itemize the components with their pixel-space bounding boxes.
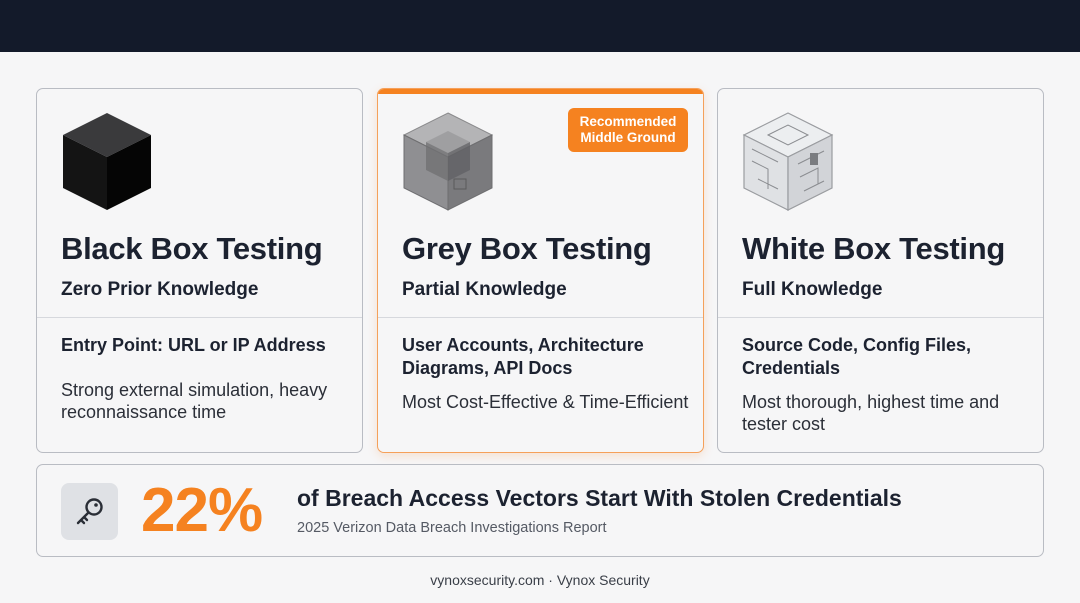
card-note: Most thorough, highest time and tester c… xyxy=(742,392,1000,434)
card-subtitle: Full Knowledge xyxy=(742,279,883,300)
card-detail: Source Code, Config Files, Credentials xyxy=(742,335,972,378)
footer: vynoxsecurity.com · Vynox Security xyxy=(430,572,650,588)
stat-source: 2025 Verizon Data Breach Investigations … xyxy=(297,520,607,536)
black-cube-icon xyxy=(63,113,151,210)
header-bar xyxy=(0,0,1080,52)
badge-line-1: Recommended xyxy=(579,114,677,129)
key-icon xyxy=(61,483,118,540)
divider xyxy=(378,317,703,318)
white-cube-icon xyxy=(742,112,834,211)
card-detail: Entry Point: URL or IP Address xyxy=(61,335,326,355)
stat-banner: 22% of Breach Access Vectors Start With … xyxy=(36,464,1044,557)
stat-value: 22% xyxy=(141,476,263,545)
grey-cube-icon xyxy=(402,112,494,211)
card-title: Grey Box Testing xyxy=(402,231,652,266)
card-detail: User Accounts, Architecture Diagrams, AP… xyxy=(402,335,644,378)
card-title: White Box Testing xyxy=(742,231,1005,266)
card-note: Most Cost-Effective & Time-Efficient xyxy=(402,392,689,412)
card-title: Black Box Testing xyxy=(61,231,323,266)
stat-headline: of Breach Access Vectors Start With Stol… xyxy=(297,485,902,511)
card-subtitle: Partial Knowledge xyxy=(402,279,567,300)
divider xyxy=(37,317,362,318)
recommended-badge: Recommended Middle Ground xyxy=(568,108,688,152)
card-note: Strong external simulation, heavy reconn… xyxy=(61,380,328,422)
card-subtitle: Zero Prior Knowledge xyxy=(61,279,259,300)
divider xyxy=(718,317,1043,318)
black-box-card: Black Box Testing Zero Prior Knowledge E… xyxy=(36,88,363,453)
badge-line-2: Middle Ground xyxy=(580,130,676,145)
white-box-card: White Box Testing Full Knowledge Source … xyxy=(717,88,1044,453)
card-accent-bar xyxy=(378,89,703,94)
grey-box-card: Recommended Middle Ground Grey Box Testi… xyxy=(377,88,704,453)
